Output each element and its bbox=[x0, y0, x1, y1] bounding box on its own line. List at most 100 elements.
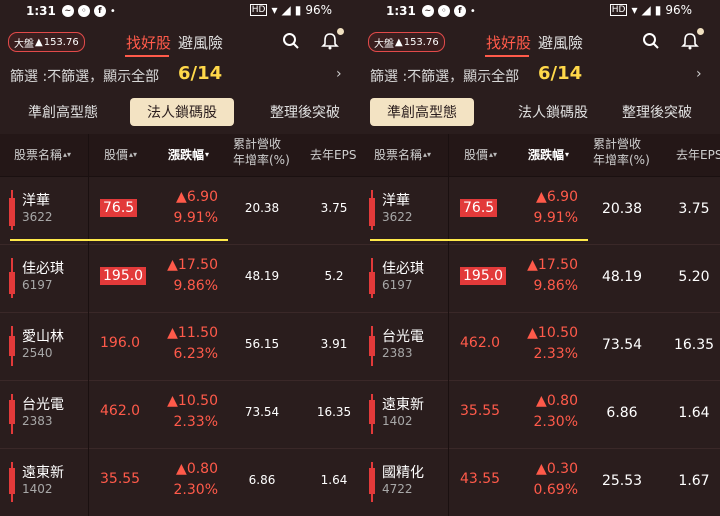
table-header: 股票名稱 ▴▾ 股價 ▴▾ 漲跌幅 ▾ 累計營收 年增率(%) 去年EPS bbox=[360, 134, 720, 177]
col-revenue-header[interactable]: 累計營收 年增率(%) bbox=[593, 136, 650, 168]
price-change: ▲10.50 bbox=[167, 393, 218, 409]
subtab-breakout[interactable]: 整理後突破 bbox=[252, 98, 358, 126]
price-change: ▲17.50 bbox=[527, 257, 578, 273]
col-eps-header[interactable]: 去年EPS bbox=[676, 146, 720, 163]
col-price-header[interactable]: 股價 ▴▾ bbox=[464, 146, 497, 163]
facebook-icon: f bbox=[93, 5, 106, 17]
left-panel: 1:31 ~ ◦ f • HD ▾ ◢ ▮ 96% 大盤 ▲ 153.76 找好… bbox=[0, 0, 360, 516]
hd-icon: HD bbox=[609, 4, 628, 16]
market-index-badge[interactable]: 大盤 ▲ 153.76 bbox=[368, 32, 445, 52]
stock-code: 1402 bbox=[22, 482, 53, 496]
right-panel: 1:31 ~ ◦ f • HD ▾ ◢ ▮ 96% 大盤 ▲ 153.76 找好… bbox=[360, 0, 720, 516]
chevron-right-icon[interactable]: › bbox=[336, 66, 342, 82]
tab-find-stocks[interactable]: 找好股 bbox=[486, 32, 531, 53]
notification-badge bbox=[697, 28, 704, 35]
table-row[interactable]: 洋華 3622 76.5 ▲6.90 9.91% 20.38 3.75 bbox=[0, 176, 360, 245]
battery-icon: ▮ bbox=[654, 3, 662, 17]
stock-price: 196.0 bbox=[100, 335, 141, 351]
highlight-line bbox=[370, 239, 588, 241]
table-row[interactable]: 台光電 2383 462.0 ▲10.50 2.33% 73.54 16.35 bbox=[360, 312, 720, 381]
subtab-breakout[interactable]: 整理後突破 bbox=[622, 98, 720, 126]
last-year-eps: 1.67 bbox=[678, 473, 710, 489]
tab-avoid-risk[interactable]: 避風險 bbox=[538, 32, 583, 53]
market-index-badge[interactable]: 大盤 ▲ 153.76 bbox=[8, 32, 85, 52]
percent-change: 9.86% bbox=[533, 278, 578, 294]
candlestick-icon bbox=[369, 462, 375, 502]
chat-icon: ◦ bbox=[77, 5, 90, 17]
revenue-growth: 48.19 bbox=[244, 269, 280, 283]
filter-count: 6/14 bbox=[538, 63, 583, 84]
stock-price: 35.55 bbox=[100, 471, 141, 487]
filter-bar[interactable]: 篩選 :不篩選，顯示全部 6/14 › bbox=[0, 62, 360, 88]
stock-price: 35.55 bbox=[460, 403, 501, 419]
last-year-eps: 5.20 bbox=[678, 269, 710, 285]
tab-avoid-risk[interactable]: 避風險 bbox=[178, 32, 223, 53]
stock-name: 台光電 bbox=[382, 329, 424, 345]
table-row[interactable]: 佳必琪 6197 195.0 ▲17.50 9.86% 48.19 5.2 bbox=[0, 244, 360, 313]
filter-bar[interactable]: 篩選 :不篩選，顯示全部 6/14 › bbox=[360, 62, 720, 88]
col-name-header[interactable]: 股票名稱 ▴▾ bbox=[14, 146, 71, 163]
sort-desc-icon: ▾ bbox=[205, 150, 210, 159]
revenue-growth: 48.19 bbox=[601, 269, 643, 285]
revenue-growth: 6.86 bbox=[248, 473, 276, 487]
bell-icon[interactable] bbox=[680, 31, 700, 51]
percent-change: 2.30% bbox=[533, 414, 578, 430]
col-change-header[interactable]: 漲跌幅 ▾ bbox=[528, 146, 569, 163]
col-price-header[interactable]: 股價 ▴▾ bbox=[104, 146, 137, 163]
filter-count: 6/14 bbox=[178, 63, 223, 84]
subtabs: 準創高型態 法人鎖碼股 整理後突破 bbox=[360, 96, 720, 128]
up-triangle-icon: ▲ bbox=[395, 36, 403, 48]
last-year-eps: 3.75 bbox=[678, 201, 710, 217]
messenger-icon: ~ bbox=[61, 5, 74, 17]
table-row[interactable]: 遠東新 1402 35.55 ▲0.80 2.30% 6.86 1.64 bbox=[360, 380, 720, 449]
table-row[interactable]: 愛山林 2540 196.0 ▲11.50 6.23% 56.15 3.91 bbox=[0, 312, 360, 381]
stock-name: 洋華 bbox=[22, 193, 50, 209]
wifi-icon: ▾ bbox=[271, 3, 278, 17]
table-row[interactable]: 國精化 4722 43.55 ▲0.30 0.69% 25.53 1.67 bbox=[360, 448, 720, 516]
stock-name: 遠東新 bbox=[382, 397, 424, 413]
signal-icon: ◢ bbox=[281, 3, 291, 17]
percent-change: 0.69% bbox=[533, 482, 578, 498]
table-header: 股票名稱 ▴▾ 股價 ▴▾ 漲跌幅 ▾ 累計營收 年增率(%) 去年EPS bbox=[0, 134, 360, 177]
stock-code: 2383 bbox=[382, 346, 413, 360]
col-eps-header[interactable]: 去年EPS bbox=[310, 146, 356, 163]
last-year-eps: 3.91 bbox=[320, 337, 348, 351]
subtab-near-high[interactable]: 準創高型態 bbox=[370, 98, 474, 126]
hd-icon: HD bbox=[249, 4, 268, 16]
bell-icon[interactable] bbox=[320, 31, 340, 51]
sort-icon: ▴▾ bbox=[129, 150, 138, 159]
col-name-header[interactable]: 股票名稱 ▴▾ bbox=[374, 146, 431, 163]
percent-change: 2.30% bbox=[173, 482, 218, 498]
stock-name: 愛山林 bbox=[22, 329, 64, 345]
stock-price: 76.5 bbox=[460, 199, 498, 217]
battery-level: 96% bbox=[305, 3, 332, 17]
tab-find-stocks[interactable]: 找好股 bbox=[126, 32, 171, 53]
price-change: ▲17.50 bbox=[167, 257, 218, 273]
col-change-header[interactable]: 漲跌幅 ▾ bbox=[168, 146, 209, 163]
revenue-growth: 73.54 bbox=[244, 405, 280, 419]
percent-change: 9.86% bbox=[173, 278, 218, 294]
last-year-eps: 16.35 bbox=[673, 337, 715, 353]
subtabs: 準創高型態 法人鎖碼股 整理後突破 bbox=[0, 96, 360, 128]
col-revenue-header[interactable]: 累計營收 年增率(%) bbox=[233, 136, 290, 168]
stock-name: 洋華 bbox=[382, 193, 410, 209]
table-row[interactable]: 遠東新 1402 35.55 ▲0.80 2.30% 6.86 1.64 bbox=[0, 448, 360, 516]
subtab-near-high[interactable]: 準創高型態 bbox=[10, 98, 116, 126]
subtab-institutional[interactable]: 法人鎖碼股 bbox=[130, 98, 234, 126]
stock-price: 462.0 bbox=[100, 403, 141, 419]
chevron-right-icon[interactable]: › bbox=[696, 66, 702, 82]
search-icon[interactable] bbox=[282, 32, 300, 50]
stock-price: 195.0 bbox=[460, 267, 507, 285]
revenue-growth: 20.38 bbox=[601, 201, 643, 217]
battery-level: 96% bbox=[665, 3, 692, 17]
search-icon[interactable] bbox=[642, 32, 660, 50]
percent-change: 2.33% bbox=[173, 414, 218, 430]
sort-icon: ▴▾ bbox=[489, 150, 498, 159]
price-change: ▲0.80 bbox=[176, 461, 218, 477]
table-row[interactable]: 台光電 2383 462.0 ▲10.50 2.33% 73.54 16.35 bbox=[0, 380, 360, 449]
sort-icon: ▴▾ bbox=[423, 150, 432, 159]
table-row[interactable]: 佳必琪 6197 195.0 ▲17.50 9.86% 48.19 5.20 bbox=[360, 244, 720, 313]
subtab-institutional[interactable]: 法人鎖碼股 bbox=[500, 98, 606, 126]
table-row[interactable]: 洋華 3622 76.5 ▲6.90 9.91% 20.38 3.75 bbox=[360, 176, 720, 245]
price-change: ▲0.80 bbox=[536, 393, 578, 409]
